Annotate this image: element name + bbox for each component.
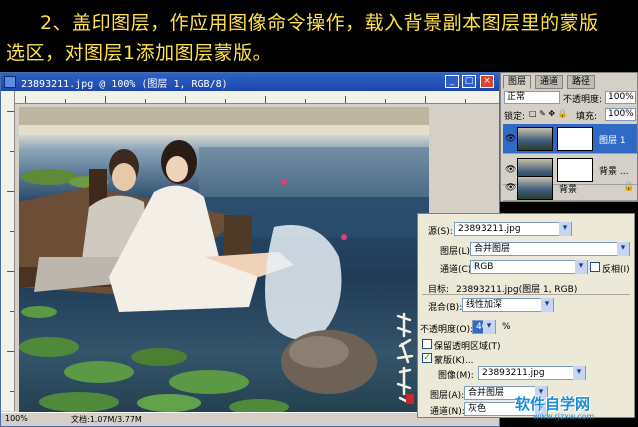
layer-mask-thumbnail[interactable] bbox=[557, 127, 593, 151]
mask-channel-label: 通道(N): bbox=[430, 407, 465, 417]
document-title: 23893211.jpg @ 100% (图层 1, RGB/8) bbox=[21, 79, 228, 90]
document-size: 文档:1.07M/3.77M bbox=[71, 415, 142, 424]
channel-select[interactable]: RGB bbox=[470, 260, 588, 274]
layer-select[interactable]: 合并图层 bbox=[470, 242, 630, 256]
image-canvas[interactable] bbox=[19, 107, 429, 415]
opacity-input[interactable]: 100% bbox=[605, 91, 636, 104]
blending-select[interactable]: 线性加深 bbox=[462, 298, 554, 312]
panel-tabs: 图层 通道 路径 bbox=[501, 75, 637, 89]
mask-image-label: 图像(M): bbox=[438, 371, 474, 381]
maximize-button[interactable]: □ bbox=[462, 75, 476, 88]
tutorial-banner: 2、盖印图层，作应用图像命令操作，载入背景副本图层里的蒙版 选区，对图层1添加图… bbox=[0, 0, 638, 72]
opacity-input[interactable]: 40 bbox=[472, 320, 496, 334]
blending-label: 混合(B): bbox=[428, 303, 463, 313]
blend-mode-select[interactable]: 正常 bbox=[504, 91, 560, 104]
layer-name: 图层 1 bbox=[599, 136, 626, 146]
document-titlebar[interactable]: 23893211.jpg @ 100% (图层 1, RGB/8) _ □ × bbox=[1, 73, 499, 91]
invert-label: 反相(I) bbox=[602, 265, 630, 275]
mask-image-select[interactable]: 23893211.jpg bbox=[478, 366, 586, 380]
layer-name: 背景 bbox=[559, 185, 578, 195]
eye-icon[interactable]: 👁 bbox=[505, 183, 516, 193]
apply-image-dialog: 源(S): 23893211.jpg 图层(L): 合并图层 通道(C): RG… bbox=[417, 213, 635, 418]
wedding-photo bbox=[19, 107, 429, 415]
opacity-label: 不透明度(O): bbox=[420, 325, 474, 335]
fill-input[interactable]: 100% bbox=[605, 108, 636, 121]
site-logo: 软件自学网 www.rjzxw.com bbox=[515, 393, 635, 423]
preserve-transparency-label: 保留透明区域(T) bbox=[434, 342, 501, 352]
layer-thumbnail bbox=[517, 127, 553, 151]
lock-icons[interactable]: □ ✎ ✥ 🔒 bbox=[529, 109, 568, 118]
calligraphy-watermark bbox=[396, 312, 414, 404]
mask-layer-label: 图层(A): bbox=[430, 391, 465, 401]
tutorial-line-2: 选区，对图层1添加图层蒙版。 bbox=[6, 42, 273, 64]
tab-layers[interactable]: 图层 bbox=[503, 75, 532, 89]
logo-main-text: 软件自学网 bbox=[515, 395, 591, 413]
horizontal-ruler[interactable] bbox=[15, 91, 499, 104]
tutorial-line-1: 2、盖印图层，作应用图像命令操作，载入背景副本图层里的蒙版 bbox=[40, 12, 599, 34]
logo-url: www.rjzxw.com bbox=[533, 412, 595, 421]
layers-panel: 图层 通道 路径 正常 不透明度: 100% 锁定: □ ✎ ✥ 🔒 填充: 1… bbox=[500, 72, 638, 202]
divider bbox=[422, 294, 630, 295]
invert-checkbox[interactable] bbox=[590, 262, 600, 272]
tab-paths[interactable]: 路径 bbox=[567, 75, 596, 89]
close-button[interactable]: × bbox=[480, 75, 494, 88]
zoom-level[interactable]: 100% bbox=[5, 414, 28, 423]
preserve-transparency-checkbox[interactable] bbox=[422, 339, 432, 349]
lock-icon: 🔒 bbox=[623, 182, 635, 192]
layer-row-layer1[interactable]: 👁 图层 1 bbox=[503, 124, 637, 154]
layer-thumbnail bbox=[517, 176, 553, 200]
opacity-label: 不透明度: bbox=[563, 95, 603, 105]
source-label: 源(S): bbox=[428, 227, 453, 237]
minimize-button[interactable]: _ bbox=[445, 75, 459, 88]
layer-row-background[interactable]: 👁 背景 🔒 bbox=[503, 173, 637, 201]
photoshop-icon bbox=[4, 76, 16, 88]
tab-channels[interactable]: 通道 bbox=[535, 75, 564, 89]
eye-icon[interactable]: 👁 bbox=[505, 134, 516, 144]
lock-label: 锁定: bbox=[504, 112, 526, 122]
layer-label: 图层(L): bbox=[440, 247, 474, 257]
fill-label: 填充: bbox=[576, 112, 598, 122]
vertical-ruler[interactable] bbox=[1, 91, 15, 411]
source-select[interactable]: 23893211.jpg bbox=[454, 222, 572, 236]
opacity-unit: % bbox=[502, 322, 511, 332]
mask-label[interactable]: 蒙版(K)... bbox=[434, 353, 474, 366]
mask-checkbox[interactable]: ✓ bbox=[422, 353, 432, 363]
